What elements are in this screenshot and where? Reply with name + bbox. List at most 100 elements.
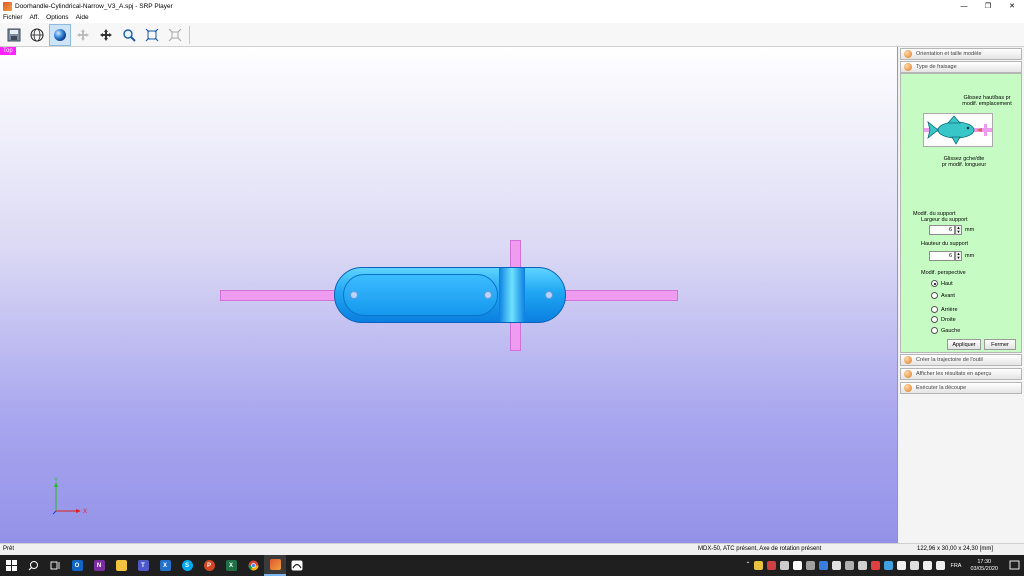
globe-grid-icon [30, 28, 44, 41]
onenote-icon: N [93, 560, 105, 571]
section-create-toolpath-icon [904, 356, 912, 364]
section-preview-results[interactable]: Afficher les résultats en aperçu [900, 368, 1022, 380]
tray-app-8-icon[interactable] [845, 561, 855, 570]
support-height-input[interactable]: 6 [929, 251, 955, 261]
notifications-icon[interactable] [1004, 560, 1024, 571]
support-bottom[interactable] [510, 319, 521, 351]
section-milling-type[interactable]: Type de fraisage [900, 61, 1022, 73]
tray-app-6-icon[interactable] [819, 561, 829, 570]
search-icon [28, 561, 38, 571]
fit-view-button[interactable] [141, 24, 163, 46]
menu-aide[interactable]: Aide [76, 14, 89, 21]
menu-options[interactable]: Options [46, 14, 68, 21]
zoom-button[interactable] [118, 24, 140, 46]
save-button[interactable] [3, 24, 25, 46]
windows-taskbar: O N T X S P X ⌃ FRA 17:30 03/05/2020 [0, 555, 1024, 576]
radio-haut-dot[interactable] [931, 280, 938, 287]
tray-app-1-icon[interactable] [754, 561, 764, 570]
close-button[interactable]: ✕ [1000, 0, 1024, 12]
status-dimensions: 122,96 x 30,00 x 24,30 [mm] [917, 546, 994, 552]
menu-affichage[interactable]: Aff. [30, 14, 40, 21]
clock[interactable]: 17:30 03/05/2020 [970, 559, 998, 573]
section-create-toolpath-label: Créer la trajectoire de l'outil [916, 357, 983, 363]
move-button[interactable] [95, 24, 117, 46]
tray-chevron-icon[interactable]: ⌃ [745, 561, 750, 570]
tray-app-10-icon[interactable] [871, 561, 881, 570]
status-machine: MDX-50, ATC présent, Axe de rotation pré… [698, 546, 822, 552]
radio-avant-dot[interactable] [931, 292, 938, 299]
taskbar-vpanel[interactable] [286, 555, 308, 576]
task-view-button[interactable] [44, 555, 66, 576]
taskbar-teams[interactable]: T [132, 555, 154, 576]
search-button[interactable] [22, 555, 44, 576]
section-preview-results-label: Afficher les résultats en aperçu [916, 371, 992, 377]
width-unit: mm [965, 227, 975, 233]
taskbar-chrome[interactable] [242, 555, 264, 576]
maximize-button[interactable]: ❐ [976, 0, 1000, 12]
section-run-cut-icon [904, 384, 912, 392]
sphere-render-icon [54, 28, 66, 41]
taskbar-excel[interactable]: X [220, 555, 242, 576]
language-indicator[interactable]: FRA [950, 563, 961, 569]
wifi-icon[interactable] [923, 561, 933, 570]
radio-avant-label: Avant [941, 292, 955, 299]
radio-gauche[interactable]: Gauche [931, 327, 960, 334]
taskbar-srp-player[interactable] [264, 555, 286, 576]
radio-droite-dot[interactable] [931, 316, 938, 323]
taskbar-explorer[interactable] [110, 555, 132, 576]
tray-app-2-icon[interactable] [767, 561, 777, 570]
start-button[interactable] [0, 555, 22, 576]
3d-viewport[interactable]: Top Y X [0, 47, 898, 543]
section-milling-type-icon [904, 63, 912, 71]
tray-app-12-icon[interactable] [897, 561, 907, 570]
support-right[interactable] [558, 290, 678, 301]
taskbar-outlook[interactable]: O [66, 555, 88, 576]
apply-button[interactable]: Appliquer [947, 339, 981, 350]
support-width-stepper[interactable]: ▲ ▼ [955, 225, 962, 235]
status-ready: Prêt [3, 546, 15, 552]
z-axis-line [52, 510, 57, 515]
vpanel-icon [291, 560, 303, 571]
radio-droite[interactable]: Droite [931, 316, 956, 323]
support-width-input[interactable]: 6 [929, 225, 955, 235]
minimize-button[interactable]: — [952, 0, 976, 12]
section-run-cut[interactable]: Exécuter la découpe [900, 382, 1022, 394]
taskbar-onenote[interactable]: N [88, 555, 110, 576]
support-left[interactable] [220, 290, 338, 301]
tray-app-3-icon[interactable] [780, 561, 790, 570]
radio-arriere[interactable]: Arrière [931, 306, 958, 313]
fit-disabled-button[interactable] [164, 24, 186, 46]
door-handle-model[interactable] [334, 267, 566, 323]
support-height-stepper[interactable]: ▲ ▼ [955, 251, 962, 261]
task-view-icon [50, 561, 59, 570]
section-create-toolpath[interactable]: Créer la trajectoire de l'outil [900, 354, 1022, 366]
tray-app-9-icon[interactable] [858, 561, 868, 570]
menu-fichier[interactable]: Fichier [3, 14, 23, 21]
tray-app-5-icon[interactable] [806, 561, 816, 570]
taskbar-xmind[interactable]: X [154, 555, 176, 576]
close-panel-button[interactable]: Fermer [984, 339, 1016, 350]
tray-app-4-icon[interactable] [793, 561, 803, 570]
width-label: Largeur du support [921, 217, 968, 223]
taskbar-powerpoint[interactable]: P [198, 555, 220, 576]
support-preview-image [923, 113, 993, 147]
radio-haut[interactable]: Haut [931, 280, 953, 287]
status-bar: Prêt MDX-50, ATC présent, Axe de rotatio… [0, 543, 1024, 555]
battery-icon[interactable] [910, 561, 920, 570]
render-view-button[interactable] [49, 23, 71, 46]
wireframe-view-button[interactable] [26, 24, 48, 46]
radio-arriere-label: Arrière [941, 306, 958, 313]
tray-app-7-icon[interactable] [832, 561, 842, 570]
folder-icon [115, 560, 127, 571]
radio-arriere-dot[interactable] [931, 306, 938, 313]
section-orientation[interactable]: Orientation et taille modèle [900, 48, 1022, 60]
chrome-icon [248, 560, 258, 571]
radio-gauche-dot[interactable] [931, 327, 938, 334]
radio-avant[interactable]: Avant [931, 292, 955, 299]
x-app-icon: X [159, 560, 171, 571]
volume-icon[interactable] [936, 561, 946, 570]
taskbar-skype[interactable]: S [176, 555, 198, 576]
move-disabled-button[interactable] [72, 24, 94, 46]
x-axis-label: X [83, 509, 87, 515]
tray-app-11-icon[interactable] [884, 561, 894, 570]
